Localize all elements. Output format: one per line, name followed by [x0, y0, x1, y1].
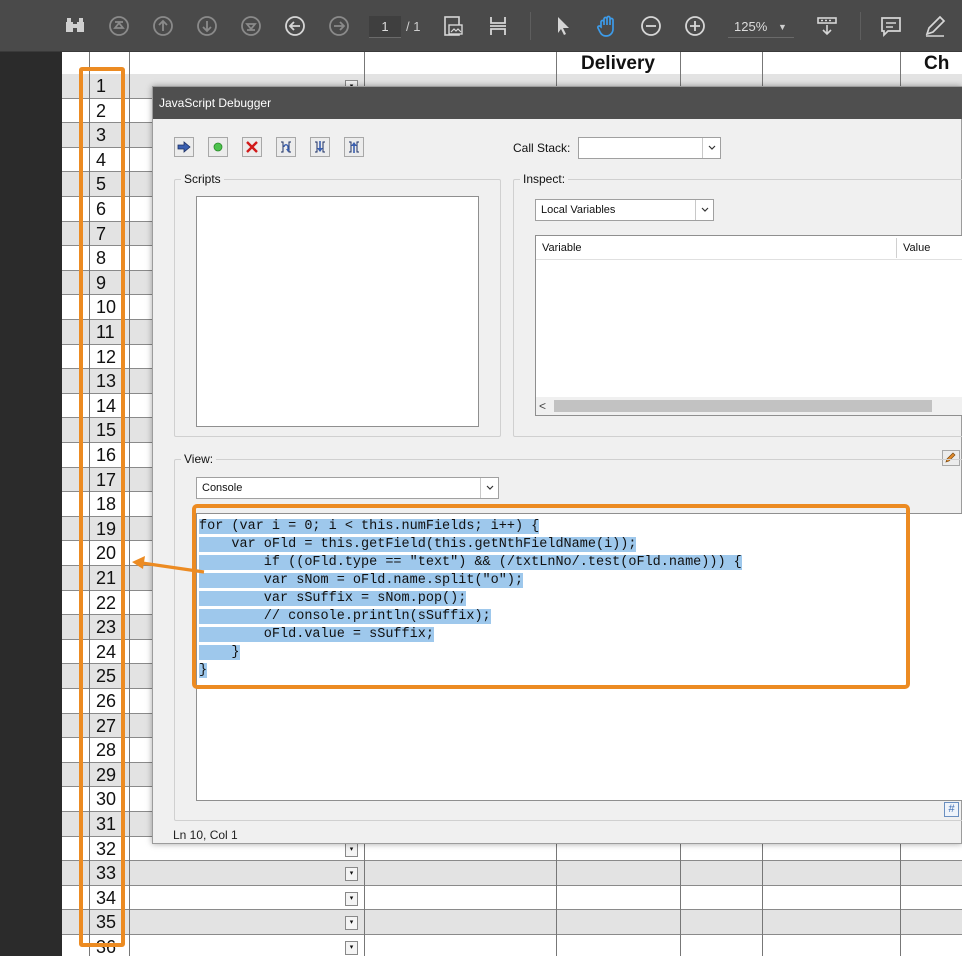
- column-header-ch: Ch: [924, 53, 950, 74]
- row-number-highlight: [79, 67, 125, 947]
- annotation-arrow-icon: [132, 556, 205, 574]
- row-dropdown-icon[interactable]: ▾: [345, 891, 358, 906]
- first-page-icon[interactable]: [104, 10, 134, 42]
- table-row: 33 ▾: [62, 861, 962, 886]
- inspect-select[interactable]: Local Variables: [535, 199, 714, 221]
- select-tool-icon[interactable]: [548, 10, 578, 42]
- scripts-list[interactable]: [196, 196, 479, 427]
- step-over-icon[interactable]: [276, 137, 296, 157]
- call-stack-label: Call Stack:: [513, 141, 571, 155]
- pen-icon[interactable]: [920, 10, 950, 42]
- left-panel-strip: [0, 52, 62, 956]
- quit-icon[interactable]: [242, 137, 262, 157]
- value-column-header[interactable]: Value: [903, 236, 930, 260]
- view-select[interactable]: Console: [196, 477, 499, 499]
- row-dropdown-icon[interactable]: ▾: [345, 916, 358, 931]
- binoculars-icon[interactable]: [60, 10, 90, 42]
- interrupt-icon[interactable]: [208, 137, 228, 157]
- page-number-input[interactable]: 1: [369, 16, 401, 38]
- variables-table-header: Variable Value: [536, 236, 962, 260]
- page-total: / 1: [406, 19, 421, 34]
- variables-table[interactable]: Variable Value <: [535, 235, 962, 416]
- window-title[interactable]: JavaScript Debugger: [153, 87, 962, 119]
- chevron-down-icon: [702, 138, 720, 158]
- step-out-icon[interactable]: [344, 137, 364, 157]
- scroll-left-icon[interactable]: <: [539, 397, 546, 415]
- top-toolbar: 1 / 1 125% ▼: [0, 0, 962, 52]
- chevron-down-icon: [695, 200, 713, 220]
- table-row: 34 ▾: [62, 886, 962, 911]
- row-dropdown-icon[interactable]: ▾: [345, 867, 358, 882]
- code-highlight-box: [192, 504, 910, 689]
- fit-page-icon[interactable]: [483, 10, 513, 42]
- previous-page-icon[interactable]: [148, 10, 178, 42]
- toolbar-separator: [860, 12, 861, 40]
- grid-line: [129, 52, 130, 956]
- zoom-out-icon[interactable]: [636, 10, 666, 42]
- inspect-value: Local Variables: [541, 204, 616, 216]
- back-icon[interactable]: [280, 10, 310, 42]
- chevron-down-icon[interactable]: ▼: [778, 17, 787, 37]
- inspect-label: Inspect:: [520, 172, 569, 186]
- zoom-in-icon[interactable]: [680, 10, 710, 42]
- resume-icon[interactable]: [174, 137, 194, 157]
- forward-icon[interactable]: [324, 10, 354, 42]
- hash-button[interactable]: #: [944, 802, 959, 817]
- next-page-icon[interactable]: [192, 10, 222, 42]
- hand-tool-icon[interactable]: [592, 10, 622, 42]
- call-stack-select[interactable]: [578, 137, 721, 159]
- last-page-icon[interactable]: [236, 10, 266, 42]
- scrollbar-thumb[interactable]: [554, 400, 932, 412]
- row-dropdown-icon[interactable]: ▾: [345, 941, 358, 955]
- status-bar: Ln 10, Col 1: [173, 828, 238, 842]
- column-header-delivery: Delivery: [581, 53, 655, 74]
- scripts-label: Scripts: [181, 172, 224, 186]
- column-divider[interactable]: [896, 238, 897, 258]
- download-icon[interactable]: [812, 10, 842, 42]
- view-label: View:: [181, 452, 217, 466]
- debugger-body: Call Stack: Scripts Inspect: Local Varia…: [153, 119, 962, 845]
- table-row: 35 ▾: [62, 910, 962, 935]
- horizontal-scrollbar[interactable]: <: [536, 397, 962, 415]
- variable-column-header[interactable]: Variable: [542, 236, 582, 260]
- chevron-down-icon: [480, 478, 498, 498]
- page-thumbnails-icon[interactable]: [438, 10, 468, 42]
- table-row: 36 ▾: [62, 935, 962, 956]
- comment-icon[interactable]: [876, 10, 906, 42]
- toolbar-separator: [530, 12, 531, 40]
- step-into-icon[interactable]: [310, 137, 330, 157]
- javascript-debugger-window: JavaScript Debugger Call Stack: Scripts: [152, 86, 962, 844]
- view-value: Console: [202, 482, 243, 494]
